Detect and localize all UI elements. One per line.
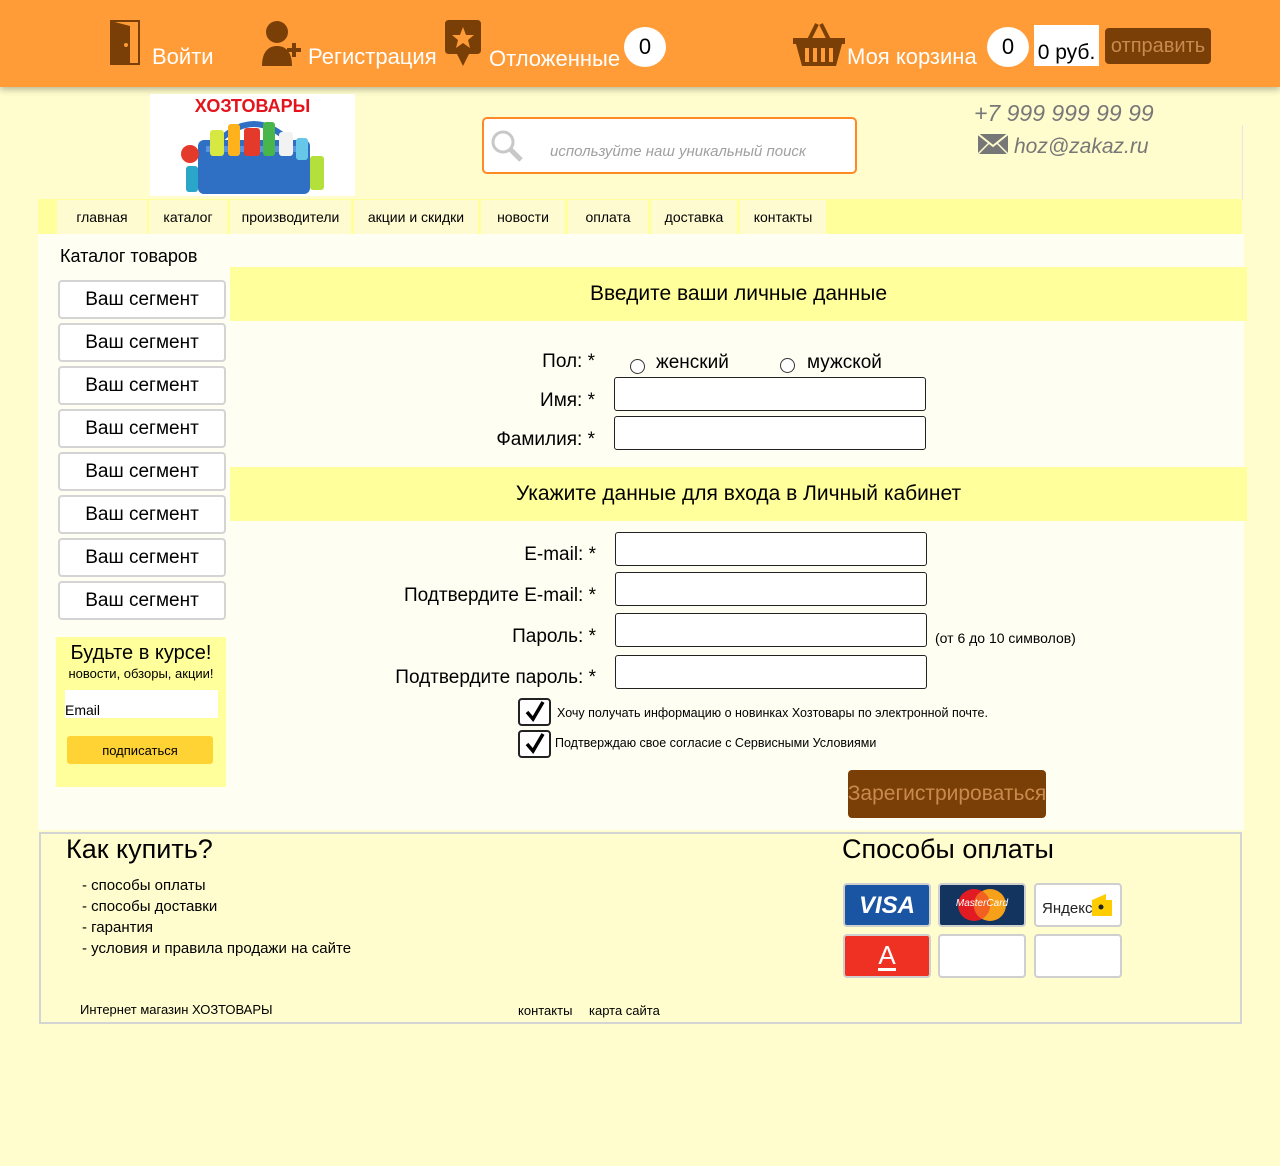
nav-manufacturers[interactable]: производители [230, 200, 351, 234]
nav-delivery[interactable]: доставка [651, 200, 737, 234]
wishlist-link[interactable]: Отложенные [445, 20, 621, 71]
payment-placeholder-icon [938, 934, 1026, 978]
password-hint: (от 6 до 10 символов) [935, 630, 1076, 646]
cart-label: Моя корзина [847, 44, 977, 69]
main-nav: главная каталог производители акции и ск… [38, 199, 1242, 234]
nav-payment[interactable]: оплата [568, 200, 648, 234]
register-link[interactable]: Регистрация [260, 20, 437, 69]
shop-name: Интернет магазин ХОЗТОВАРЫ [80, 1002, 273, 1017]
top-bar: Войти Регистрация Отложенные 0 Моя корзи… [0, 0, 1280, 87]
catalog-segment[interactable]: Ваш сегмент [58, 323, 226, 362]
catalog-segment[interactable]: Ваш сегмент [58, 538, 226, 577]
contact-email-text: hoz@zakaz.ru [1014, 135, 1149, 158]
cart-count-badge: 0 [987, 27, 1029, 67]
bookmark-star-icon [445, 20, 481, 68]
footer-contacts-link[interactable]: контакты [518, 1003, 572, 1018]
email-label: E-mail: * [524, 544, 596, 565]
gender-female-radio[interactable] [630, 359, 645, 374]
catalog-segment[interactable]: Ваш сегмент [58, 495, 226, 534]
payment-methods-title: Способы оплаты [842, 834, 1054, 864]
alfa-bank-icon: А [843, 934, 931, 978]
footer-link-warranty[interactable]: - гарантия [82, 919, 153, 936]
search-icon [490, 129, 524, 168]
catalog-segment[interactable]: Ваш сегмент [58, 581, 226, 620]
personal-data-heading: Введите ваши личные данные [230, 267, 1247, 321]
payment-placeholder-icon [1034, 934, 1122, 978]
sitemap-link[interactable]: карта сайта [589, 1003, 660, 1018]
mastercard-label: MasterCard [955, 898, 1009, 909]
wishlist-count-badge: 0 [624, 27, 666, 67]
how-to-buy-title: Как купить? [66, 834, 213, 864]
cart-link[interactable]: Моя корзина [793, 22, 977, 68]
newsletter-email-input[interactable]: Email [65, 690, 218, 718]
newsletter-subtitle: новости, обзоры, акции! [68, 666, 214, 681]
yandex-label: Яндекс [1042, 900, 1093, 917]
password-label: Пароль: * [512, 626, 596, 647]
nav-contacts[interactable]: контакты [740, 200, 826, 234]
logo[interactable]: ХОЗТОВАРЫ [150, 94, 355, 196]
email-confirm-label: Подтвердите E-mail: * [404, 585, 596, 606]
email-confirm-field[interactable] [615, 572, 927, 606]
nav-catalog[interactable]: каталог [149, 200, 227, 234]
gender-male-radio[interactable] [780, 358, 795, 373]
last-name-label: Фамилия: * [496, 429, 595, 450]
newsletter-checkbox-label[interactable]: Хочу получать информацию о новинках Хозт… [557, 706, 988, 720]
wishlist-label: Отложенные [489, 46, 621, 71]
alfa-underline [878, 968, 896, 971]
search-input[interactable]: используйте наш уникальный поиск [550, 143, 806, 160]
gender-male-label[interactable]: мужской [807, 352, 882, 374]
subscribe-button[interactable]: подписаться [67, 736, 213, 764]
email-field[interactable] [615, 532, 927, 566]
last-name-field[interactable] [614, 416, 926, 450]
phone-number: +7 999 999 99 99 [974, 100, 1154, 126]
contact-email[interactable]: hoz@zakaz.ru [977, 133, 1149, 160]
footer-link-payment[interactable]: - способы оплаты [82, 877, 206, 894]
mastercard-icon: MasterCard [938, 883, 1026, 927]
catalog-segment[interactable]: Ваш сегмент [58, 452, 226, 491]
terms-checkbox[interactable] [518, 730, 551, 758]
visa-icon: VISA [843, 883, 931, 927]
cart-sum: 0 руб. [1034, 25, 1099, 66]
first-name-field[interactable] [614, 377, 926, 411]
yandex-money-icon: Яндекс [1034, 883, 1122, 927]
footer-link-delivery[interactable]: - способы доставки [82, 898, 217, 915]
first-name-label: Имя: * [540, 390, 595, 411]
nav-news[interactable]: новости [481, 200, 565, 234]
gender-female-label[interactable]: женский [656, 352, 729, 374]
catalog-segment[interactable]: Ваш сегмент [58, 409, 226, 448]
login-label: Войти [152, 44, 214, 69]
nav-promotions[interactable]: акции и скидки [354, 200, 478, 234]
login-data-heading: Укажите данные для входа в Личный кабине… [230, 467, 1247, 521]
login-link[interactable]: Войти [110, 20, 214, 69]
register-submit-button[interactable]: Зарегистрироваться [848, 770, 1046, 818]
basket-icon [793, 22, 845, 68]
user-add-icon [260, 20, 302, 66]
send-button[interactable]: отправить [1105, 28, 1211, 64]
catalog-segment[interactable]: Ваш сегмент [58, 280, 226, 319]
door-icon [110, 20, 140, 66]
terms-checkbox-label[interactable]: Подтверждаю свое согласие с Сервисными У… [555, 736, 876, 750]
visa-label: VISA [858, 892, 915, 919]
envelope-icon [977, 133, 1009, 160]
password-confirm-field[interactable] [615, 655, 927, 689]
newsletter-checkbox[interactable] [518, 698, 551, 726]
password-field[interactable] [615, 613, 927, 647]
catalog-title: Каталог товаров [60, 246, 198, 266]
gender-label: Пол: * [542, 351, 595, 372]
catalog-segment[interactable]: Ваш сегмент [58, 366, 226, 405]
register-label: Регистрация [308, 44, 437, 69]
newsletter-title: Будьте в курсе! [70, 642, 212, 664]
alfa-label: А [878, 940, 896, 970]
password-confirm-label: Подтвердите пароль: * [395, 667, 596, 688]
newsletter-box: Будьте в курсе! новости, обзоры, акции! … [56, 637, 226, 787]
nav-home[interactable]: главная [57, 200, 147, 234]
search-box[interactable]: используйте наш уникальный поиск [482, 117, 857, 174]
divider [1242, 125, 1243, 200]
footer [39, 832, 1242, 1024]
footer-link-terms[interactable]: - условия и правила продажи на сайте [82, 940, 351, 957]
